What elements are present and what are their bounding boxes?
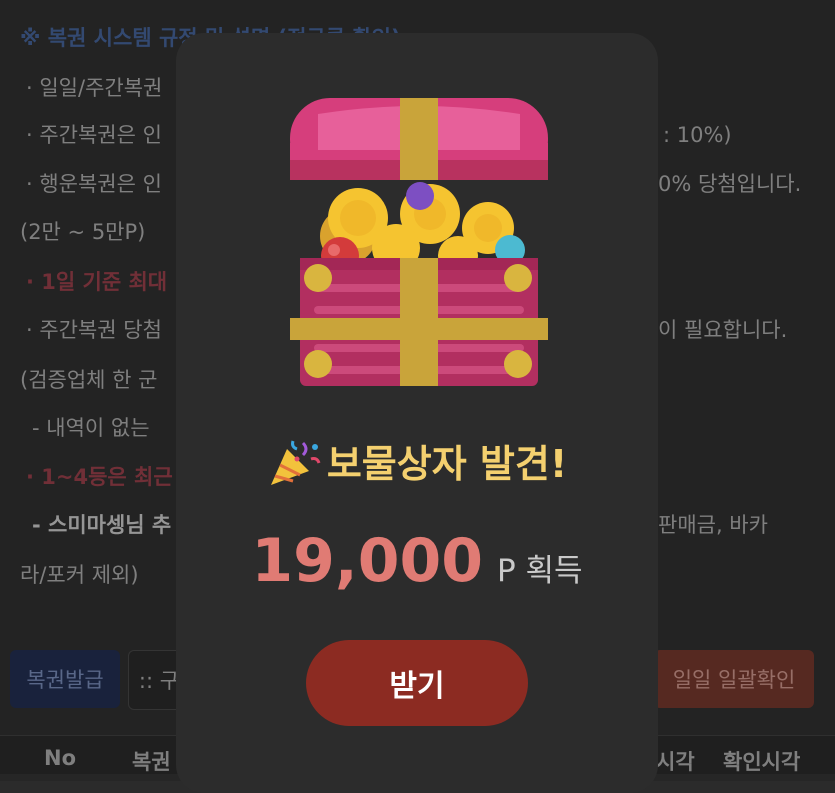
treasure-chest-icon xyxy=(290,98,548,386)
treasure-modal: 보물상자 발견! 19,000 P 획득 받기 xyxy=(176,33,658,793)
reward-amount-row: 19,000 P 획득 xyxy=(176,526,658,596)
claim-button[interactable]: 받기 xyxy=(306,640,528,726)
modal-title: 보물상자 발견! xyxy=(326,442,568,486)
reward-amount: 19,000 xyxy=(251,526,483,596)
party-popper-icon xyxy=(270,440,321,485)
reward-unit: P 획득 xyxy=(496,553,583,589)
